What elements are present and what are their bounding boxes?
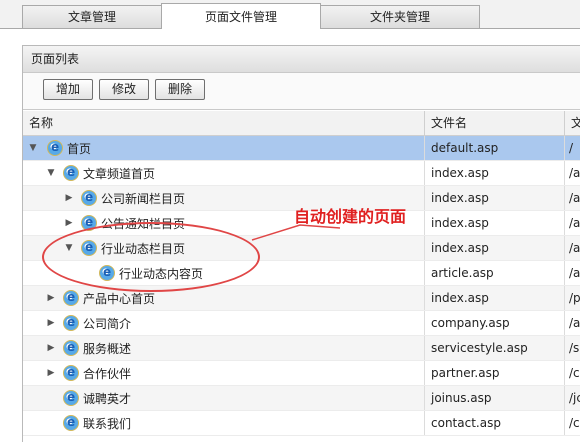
expand-arrow-icon[interactable]: ▼: [27, 143, 39, 153]
collapse-arrow-icon[interactable]: ▶: [45, 368, 57, 378]
row-filename: index.asp: [425, 186, 565, 210]
panel-title: 页面列表: [23, 46, 580, 73]
table-row[interactable]: 联系我们 contact.asp /c: [23, 411, 580, 436]
column-header-filename[interactable]: 文件名: [425, 111, 565, 135]
row-path: /a: [569, 191, 580, 205]
ie-page-icon: [81, 215, 97, 231]
row-filename: index.asp: [425, 236, 565, 260]
collapse-arrow-icon[interactable]: ▶: [45, 343, 57, 353]
row-name: 产品中心首页: [83, 291, 156, 306]
expand-arrow-icon[interactable]: ▼: [45, 168, 57, 178]
table-row[interactable]: ▶ 合作伙伴 partner.asp /c: [23, 361, 580, 386]
ie-page-icon: [63, 290, 79, 306]
ie-page-icon: [63, 365, 79, 381]
row-path: /a: [569, 316, 580, 330]
delete-button[interactable]: 删除: [155, 79, 205, 100]
row-name: 联系我们: [83, 416, 132, 431]
row-name: 公司新闻栏目页: [101, 191, 186, 206]
collapse-arrow-icon[interactable]: ▶: [63, 193, 75, 203]
row-path: /a: [569, 241, 580, 255]
row-name: 公告通知栏目页: [101, 216, 186, 231]
row-name: 服务概述: [83, 341, 132, 356]
ie-page-icon: [63, 165, 79, 181]
table-row[interactable]: ▼ 首页 default.asp /: [23, 136, 580, 161]
ie-page-icon: [63, 315, 79, 331]
row-name: 公司简介: [83, 316, 132, 331]
collapse-arrow-icon[interactable]: ▶: [45, 318, 57, 328]
row-filename: default.asp: [425, 136, 565, 160]
row-filename: partner.asp: [425, 361, 565, 385]
row-filename: contact.asp: [425, 411, 565, 435]
row-name: 文章频道首页: [83, 166, 156, 181]
row-path: /jc: [569, 391, 580, 405]
edit-button[interactable]: 修改: [99, 79, 149, 100]
ie-page-icon: [81, 240, 97, 256]
ie-page-icon: [47, 140, 63, 156]
row-filename: company.asp: [425, 311, 565, 335]
row-name: 行业动态内容页: [119, 266, 204, 281]
table-row[interactable]: ▶ 产品中心首页 index.asp /p: [23, 286, 580, 311]
row-path: /c: [569, 416, 580, 430]
column-header-name[interactable]: 名称: [23, 111, 425, 135]
row-filename: joinus.asp: [425, 386, 565, 410]
ie-page-icon: [99, 265, 115, 281]
tab-content: 页面列表 增加 修改 删除 名称 文件名 文 ▼ 首页 default.asp …: [0, 29, 580, 442]
row-filename: index.asp: [425, 286, 565, 310]
row-path: /: [569, 141, 574, 155]
table-row[interactable]: 行业动态内容页 article.asp /a: [23, 261, 580, 286]
tab-folder-management[interactable]: 文件夹管理: [320, 5, 480, 29]
table-row[interactable]: 诚聘英才 joinus.asp /jc: [23, 386, 580, 411]
row-name: 首页: [67, 141, 92, 156]
row-filename: index.asp: [425, 161, 565, 185]
page-tree-table: 名称 文件名 文 ▼ 首页 default.asp / ▼ 文章频道首: [23, 111, 580, 436]
collapse-arrow-icon[interactable]: ▶: [63, 218, 75, 228]
table-row[interactable]: ▶ 服务概述 servicestyle.asp /s: [23, 336, 580, 361]
tab-bar: 文章管理 页面文件管理 文件夹管理: [0, 0, 580, 29]
ie-page-icon: [81, 190, 97, 206]
row-path: /s: [569, 341, 580, 355]
row-path: /p: [569, 291, 580, 305]
row-filename: index.asp: [425, 211, 565, 235]
ie-page-icon: [63, 415, 79, 431]
tab-page-file-management[interactable]: 页面文件管理: [161, 3, 321, 29]
row-path: /a: [569, 266, 580, 280]
row-name: 诚聘英才: [83, 391, 132, 406]
table-row[interactable]: ▶ 公司简介 company.asp /a: [23, 311, 580, 336]
row-path: /c: [569, 366, 580, 380]
ie-page-icon: [63, 340, 79, 356]
tab-article-management[interactable]: 文章管理: [22, 5, 162, 29]
row-name: 合作伙伴: [83, 366, 132, 381]
ie-page-icon: [63, 390, 79, 406]
row-path: /a: [569, 216, 580, 230]
page-list-panel: 页面列表 增加 修改 删除 名称 文件名 文 ▼ 首页 default.asp …: [22, 45, 580, 442]
row-filename: article.asp: [425, 261, 565, 285]
row-path: /a: [569, 166, 580, 180]
row-name: 行业动态栏目页: [101, 241, 186, 256]
row-filename: servicestyle.asp: [425, 336, 565, 360]
table-row[interactable]: ▼ 行业动态栏目页 index.asp /a: [23, 236, 580, 261]
expand-arrow-icon[interactable]: ▼: [63, 243, 75, 253]
column-header-path[interactable]: 文: [565, 111, 580, 135]
toolbar: 增加 修改 删除: [23, 73, 580, 110]
table-header: 名称 文件名 文: [23, 111, 580, 136]
table-row[interactable]: ▼ 文章频道首页 index.asp /a: [23, 161, 580, 186]
annotation-label: 自动创建的页面: [294, 207, 407, 226]
add-button[interactable]: 增加: [43, 79, 93, 100]
collapse-arrow-icon[interactable]: ▶: [45, 293, 57, 303]
